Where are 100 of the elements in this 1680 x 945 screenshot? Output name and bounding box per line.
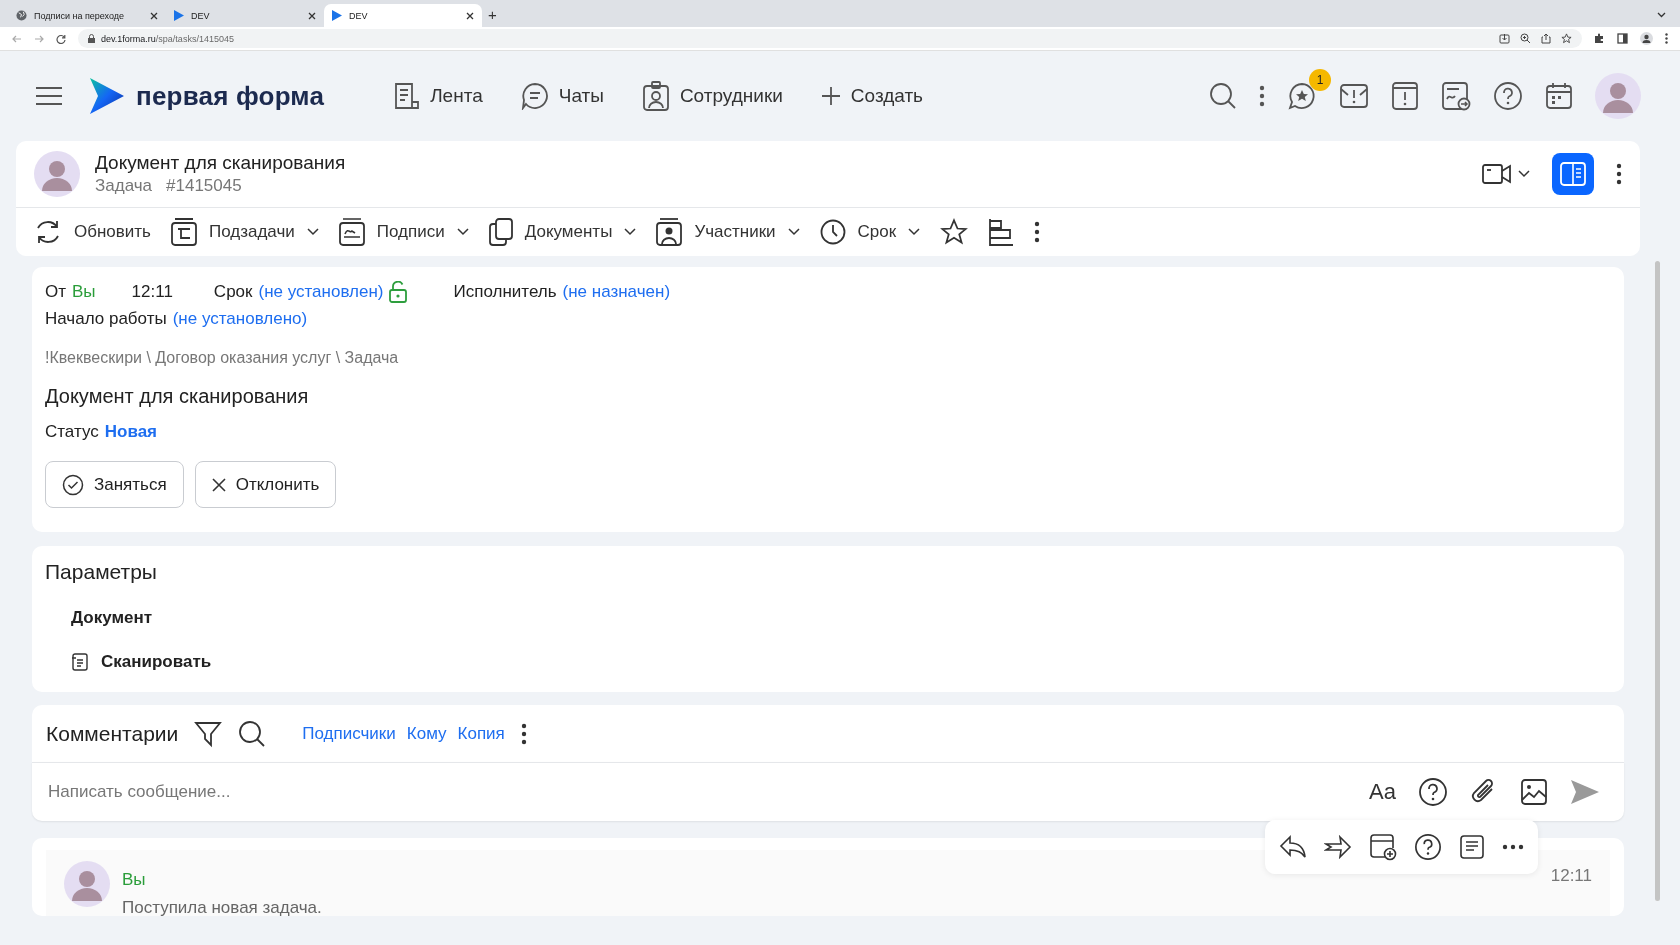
recipient-link[interactable]: Копия bbox=[457, 723, 505, 744]
filter-icon[interactable] bbox=[194, 719, 223, 748]
message-author: Вы bbox=[122, 870, 147, 890]
gantt-chart-icon[interactable] bbox=[988, 218, 1015, 246]
avatar bbox=[64, 861, 110, 907]
status-value: Новая bbox=[104, 422, 157, 442]
kebab-icon[interactable] bbox=[1616, 163, 1622, 185]
dropdown-button[interactable]: Участники bbox=[656, 218, 800, 246]
puzzle-icon[interactable] bbox=[1594, 33, 1605, 44]
help-icon[interactable] bbox=[1418, 777, 1448, 807]
plus-icon bbox=[820, 86, 841, 106]
tab-title: DEV bbox=[349, 10, 369, 21]
scrollbar[interactable] bbox=[1655, 261, 1660, 901]
chevron-down-icon[interactable] bbox=[1657, 12, 1666, 18]
refresh-icon bbox=[34, 218, 62, 246]
globe-icon bbox=[16, 10, 27, 21]
star-icon[interactable] bbox=[1561, 33, 1572, 44]
image-icon[interactable] bbox=[1520, 778, 1548, 806]
play-logo-icon bbox=[332, 10, 342, 21]
logo-text: первая форма bbox=[136, 80, 325, 112]
deadline-link[interactable]: (не установлен) bbox=[258, 282, 384, 302]
help-icon[interactable] bbox=[1493, 81, 1523, 111]
author-link[interactable]: Вы bbox=[72, 282, 96, 302]
menu-icon[interactable] bbox=[35, 86, 63, 106]
tab-title: DEV bbox=[191, 10, 211, 21]
more-icon[interactable] bbox=[1502, 844, 1524, 850]
chevron-down-icon bbox=[787, 228, 800, 236]
zoom-icon[interactable] bbox=[1520, 33, 1531, 44]
star-chat-icon[interactable] bbox=[1287, 81, 1317, 111]
section-title: Комментарии bbox=[46, 721, 179, 746]
assignee-label: Исполнитель bbox=[453, 282, 557, 302]
star-icon[interactable] bbox=[940, 218, 969, 246]
signed-document-icon[interactable] bbox=[1441, 81, 1471, 111]
task-title: Документ для сканирования bbox=[95, 152, 346, 174]
message-time: 12:11 bbox=[1550, 866, 1592, 886]
kebab-icon[interactable] bbox=[1259, 85, 1265, 107]
browser-tab[interactable]: Подписи на переходе bbox=[8, 4, 166, 27]
side-panel-icon[interactable] bbox=[1617, 33, 1628, 44]
recipient-link[interactable]: Кому bbox=[406, 723, 447, 744]
participants-icon bbox=[656, 218, 683, 246]
calendar-icon[interactable] bbox=[1545, 82, 1573, 110]
browser-tab[interactable]: DEV bbox=[166, 4, 324, 27]
kebab-icon[interactable] bbox=[1665, 33, 1668, 44]
status-label: Статус bbox=[45, 422, 99, 442]
reply-icon[interactable] bbox=[1279, 835, 1307, 859]
reject-button[interactable]: Отклонить bbox=[194, 461, 337, 508]
close-icon[interactable] bbox=[150, 11, 158, 20]
message-text: Поступила новая задача. bbox=[122, 898, 322, 918]
search-icon[interactable] bbox=[1209, 82, 1237, 110]
from-label: От bbox=[45, 282, 66, 302]
format-button[interactable]: Aa bbox=[1369, 779, 1396, 805]
document-alert-icon[interactable] bbox=[1391, 81, 1419, 111]
address-field[interactable]: dev.1forma.ru/spa/tasks/1415045 bbox=[78, 29, 1582, 48]
chevron-down-icon bbox=[456, 228, 469, 236]
dropdown-button[interactable]: Подзадачи bbox=[171, 218, 319, 246]
scan-button[interactable]: Сканировать bbox=[71, 652, 212, 672]
help-icon[interactable] bbox=[1414, 833, 1442, 861]
toolbar-button[interactable]: Обновить bbox=[34, 218, 151, 246]
kebab-icon[interactable] bbox=[520, 722, 527, 745]
mail-alert-icon[interactable] bbox=[1339, 83, 1369, 109]
browser-tab[interactable]: DEV bbox=[324, 4, 482, 27]
play-logo-icon bbox=[90, 78, 124, 114]
dropdown-button[interactable]: Срок bbox=[819, 219, 921, 245]
panel-layout-button[interactable] bbox=[1552, 153, 1594, 195]
add-to-calendar-icon[interactable] bbox=[1369, 833, 1397, 861]
start-date-link[interactable]: (не установлено) bbox=[172, 309, 308, 329]
close-icon[interactable] bbox=[308, 11, 316, 20]
search-icon[interactable] bbox=[238, 719, 267, 748]
chevron-down-icon bbox=[908, 228, 921, 236]
chevron-down-icon bbox=[624, 228, 637, 236]
new-tab-button[interactable]: + bbox=[488, 6, 497, 23]
forward-icon[interactable] bbox=[1324, 835, 1352, 859]
documents-icon bbox=[488, 218, 513, 246]
dropdown-button[interactable]: Подписи bbox=[338, 218, 469, 246]
message-field[interactable]: Написать сообщение... Aa bbox=[32, 762, 1624, 821]
avatar[interactable] bbox=[1595, 73, 1641, 119]
share-icon[interactable] bbox=[1541, 33, 1551, 44]
take-task-button[interactable]: Заняться bbox=[45, 461, 184, 508]
install-icon[interactable] bbox=[1499, 33, 1510, 44]
unlock-icon[interactable] bbox=[389, 281, 408, 303]
subtasks-icon bbox=[171, 218, 197, 246]
send-icon[interactable] bbox=[1570, 779, 1600, 805]
kebab-icon[interactable] bbox=[1034, 221, 1041, 243]
nav-link[interactable]: Чаты bbox=[520, 81, 604, 111]
url-text: dev.1forma.ru/spa/tasks/1415045 bbox=[101, 33, 235, 44]
nav-link[interactable]: Сотрудники bbox=[641, 81, 783, 111]
note-icon[interactable] bbox=[1459, 834, 1485, 860]
dropdown-button[interactable]: Документы bbox=[488, 218, 637, 246]
field-label: Документ bbox=[71, 608, 153, 628]
chevron-down-icon bbox=[306, 228, 319, 236]
reload-icon[interactable] bbox=[56, 33, 66, 44]
video-call-button[interactable] bbox=[1482, 163, 1530, 185]
employee-badge-icon bbox=[641, 81, 670, 111]
close-icon[interactable] bbox=[466, 11, 474, 20]
recipient-link[interactable]: Подписчики bbox=[302, 723, 396, 744]
nav-link[interactable]: Лента bbox=[394, 81, 483, 111]
deadline-label: Срок bbox=[213, 282, 253, 302]
profile-icon[interactable] bbox=[1640, 32, 1653, 45]
assignee-link[interactable]: (не назначен) bbox=[562, 282, 671, 302]
nav-link[interactable]: Создать bbox=[820, 81, 924, 111]
